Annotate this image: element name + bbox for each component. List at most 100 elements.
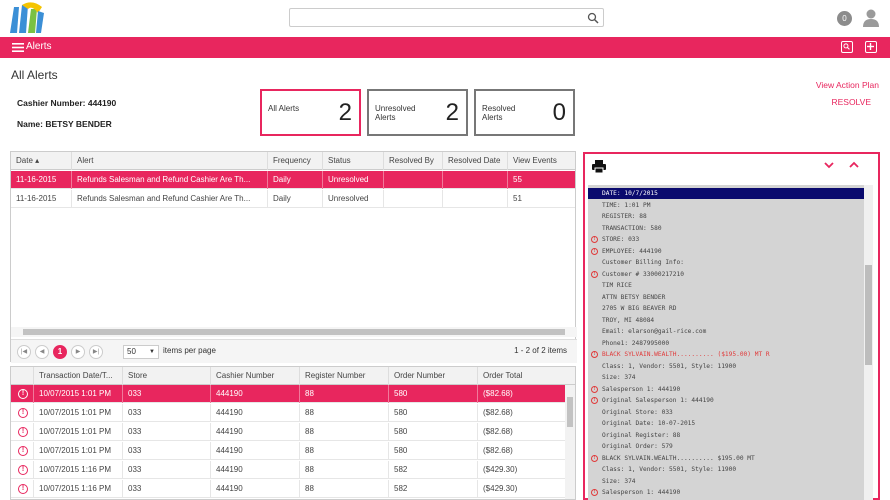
column-header-order-number[interactable]: Order Number — [389, 367, 478, 385]
current-page-button[interactable]: 1 — [53, 345, 67, 359]
receipt-content[interactable]: DATE: 10/7/2015 TIME: 1:01 PM REGISTER: 88… — [588, 185, 873, 500]
receipt-line-text: TIME: 1:01 PM — [602, 201, 651, 209]
scrollbar-thumb[interactable] — [23, 329, 565, 335]
column-header-store[interactable]: Store — [123, 367, 211, 385]
card-count: 2 — [338, 99, 352, 126]
resolved-alerts-card[interactable]: Resolved Alerts 0 — [474, 89, 575, 136]
vertical-scrollbar[interactable] — [565, 385, 575, 499]
cell-order-total: ($82.68) — [483, 446, 513, 455]
table-row[interactable]: ! 10/07/2015 1:16 PM 033 444190 88 582 (… — [11, 480, 575, 498]
column-header-register-number[interactable]: Register Number — [300, 367, 389, 385]
pager-summary: 1 - 2 of 2 items — [514, 346, 567, 355]
alert-icon[interactable]: ! — [591, 270, 598, 278]
cell-register-number: 88 — [300, 442, 389, 460]
column-header-date[interactable]: Date ▴ — [11, 152, 72, 170]
column-header-order-total[interactable]: Order Total — [478, 367, 575, 385]
all-alerts-card[interactable]: All Alerts 2 — [260, 89, 361, 136]
alert-icon[interactable]: ! — [591, 397, 598, 404]
table-row[interactable]: 11-16-2015 Refunds Salesman and Refund C… — [11, 190, 575, 208]
receipt-line: Class: 1, Vendor: 5501, Style: 11900 — [588, 464, 873, 475]
receipt-line-text: Original Store: 033 — [602, 408, 673, 416]
receipt-line-text: BLACK SYLVAIN.WEALTH.......... ($195.00)… — [602, 351, 770, 358]
receipt-line-text: BLACK SYLVAIN.WEALTH.......... $195.00 M… — [602, 454, 755, 462]
table-row[interactable]: 11-16-2015 Refunds Salesman and Refund C… — [11, 171, 575, 189]
alert-icon[interactable]: ! — [18, 427, 28, 437]
search-input[interactable] — [289, 8, 604, 27]
alert-icon[interactable]: ! — [591, 236, 598, 243]
alert-icon[interactable]: ! — [18, 408, 28, 418]
chevron-up-icon[interactable] — [849, 161, 859, 169]
receipt-line: ! Salesperson 1: 444190 — [588, 384, 873, 395]
cell-register-number: 88 — [300, 404, 389, 422]
cell-transaction-date: 10/07/2015 1:16 PM — [34, 480, 123, 498]
table-row[interactable]: ! 10/07/2015 1:16 PM 033 444190 88 582 (… — [11, 461, 575, 479]
last-page-button[interactable]: ▶| — [89, 345, 103, 359]
cashier-number: Cashier Number: 444190 — [17, 98, 117, 108]
column-header-view-events[interactable]: View Events — [508, 152, 577, 170]
alert-icon[interactable]: ! — [18, 446, 28, 456]
receipt-line-text: Customer Billing Info: — [602, 259, 684, 266]
page-size-value: 50 — [127, 347, 136, 356]
receipt-line-text: TROY, MI 48084 — [602, 316, 655, 324]
receipt-line: TRANSACTION: 580 — [588, 223, 873, 234]
receipt-scrollbar[interactable] — [864, 185, 873, 500]
page-size-select[interactable]: 50 ▼ — [123, 345, 159, 359]
receipt-line: Original Order: 579 — [588, 441, 873, 452]
next-page-button[interactable]: ▶ — [71, 345, 85, 359]
column-header-resolved-date[interactable]: Resolved Date — [443, 152, 508, 170]
table-row[interactable]: ! 10/07/2015 1:01 PM 033 444190 88 580 (… — [11, 385, 575, 403]
scrollbar-thumb[interactable] — [567, 397, 573, 427]
cell-view-events[interactable]: 55 — [508, 171, 577, 189]
items-per-page-label: items per page — [163, 346, 216, 355]
alert-icon[interactable]: ! — [591, 385, 598, 393]
alert-icon[interactable]: ! — [591, 351, 598, 358]
table-row[interactable]: ! 10/07/2015 1:01 PM 033 444190 88 580 (… — [11, 404, 575, 422]
cell-view-events[interactable]: 51 — [508, 190, 577, 208]
cell-transaction-date: 10/07/2015 1:01 PM — [34, 404, 123, 422]
alert-icon[interactable]: ! — [18, 465, 28, 475]
cell-frequency: Daily — [268, 171, 323, 189]
first-page-button[interactable]: |◀ — [17, 345, 31, 359]
search-icon — [843, 43, 850, 50]
alert-icon[interactable]: ! — [591, 247, 598, 255]
table-row[interactable]: ! 10/07/2015 1:01 PM 033 444190 88 580 (… — [11, 423, 575, 441]
alert-icon[interactable]: ! — [18, 484, 28, 494]
cell-register-number: 88 — [300, 385, 389, 403]
column-header-resolved-by[interactable]: Resolved By — [384, 152, 443, 170]
app-logo-icon[interactable] — [8, 1, 46, 35]
receipt-line-text: Original Date: 10-07-2015 — [602, 420, 696, 427]
cell-store: 033 — [123, 385, 211, 403]
card-label: Unresolved Alerts — [375, 104, 416, 122]
toolbar-search-button[interactable] — [841, 41, 853, 53]
hamburger-menu-icon[interactable] — [12, 42, 24, 53]
alert-icon[interactable]: ! — [591, 489, 598, 496]
table-row[interactable]: ! 10/07/2015 1:01 PM 033 444190 88 580 (… — [11, 442, 575, 460]
column-header-frequency[interactable]: Frequency — [268, 152, 323, 170]
column-header-transaction-date[interactable]: Transaction Date/T... — [34, 367, 123, 385]
cell-order-total: ($82.68) — [483, 408, 513, 417]
receipt-line-text: 2705 W BIG BEAVER RD — [602, 305, 677, 312]
cashier-name: Name: BETSY BENDER — [17, 119, 112, 129]
horizontal-scrollbar[interactable] — [11, 327, 577, 337]
scrollbar-thumb[interactable] — [865, 265, 872, 365]
notification-badge[interactable]: 0 — [837, 11, 852, 26]
chevron-down-icon[interactable] — [824, 161, 834, 169]
search-icon[interactable] — [587, 12, 599, 24]
receipt-line: REGISTER: 88 — [588, 211, 873, 222]
view-action-plan-link[interactable]: View Action Plan — [816, 80, 879, 90]
unresolved-alerts-card[interactable]: Unresolved Alerts 2 — [367, 89, 468, 136]
toolbar-add-button[interactable] — [865, 41, 877, 53]
user-icon[interactable] — [862, 8, 880, 28]
prev-page-button[interactable]: ◀ — [35, 345, 49, 359]
cell-status: Unresolved — [323, 190, 384, 208]
alert-icon[interactable]: ! — [18, 389, 28, 399]
receipt-line-text: TIM RICE — [602, 282, 632, 289]
cell-icon: ! — [11, 480, 34, 498]
alert-icon[interactable]: ! — [591, 454, 598, 462]
column-header-alert[interactable]: Alert — [72, 152, 268, 170]
column-header-cashier-number[interactable]: Cashier Number — [211, 367, 300, 385]
resolve-link[interactable]: RESOLVE — [831, 97, 871, 107]
column-header-status[interactable]: Status — [323, 152, 384, 170]
printer-icon[interactable] — [592, 160, 606, 173]
cell-transaction-date: 10/07/2015 1:01 PM — [34, 385, 123, 403]
